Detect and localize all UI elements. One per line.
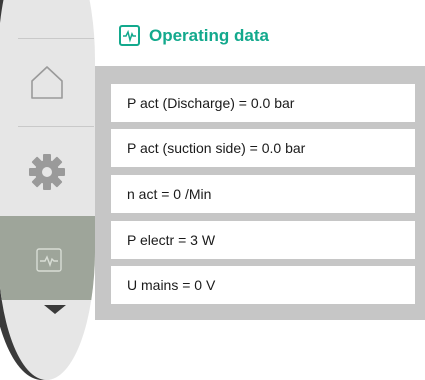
home-icon [27, 62, 67, 102]
list-item: P act (Discharge) = 0.0 bar [111, 84, 415, 122]
arrow-down-icon[interactable] [44, 305, 66, 314]
list-item: P act (suction side) = 0.0 bar [111, 129, 415, 167]
list-item: n act = 0 /Min [111, 175, 415, 213]
sidebar-divider [18, 126, 94, 127]
operating-data-list: P act (Discharge) = 0.0 bar P act (sucti… [95, 66, 425, 320]
sidebar-divider [18, 38, 94, 39]
list-item: P electr = 3 W [111, 221, 415, 259]
list-item: U mains = 0 V [111, 266, 415, 304]
sidebar-item-home[interactable] [0, 58, 95, 106]
sidebar [0, 0, 95, 380]
sidebar-item-operating-data[interactable] [0, 216, 95, 300]
pulse-icon [36, 248, 62, 277]
page-title: Operating data [149, 26, 269, 45]
pulse-icon [119, 25, 140, 46]
header: Operating data [95, 0, 425, 66]
gear-icon [27, 152, 67, 192]
sidebar-item-settings[interactable] [0, 146, 95, 198]
